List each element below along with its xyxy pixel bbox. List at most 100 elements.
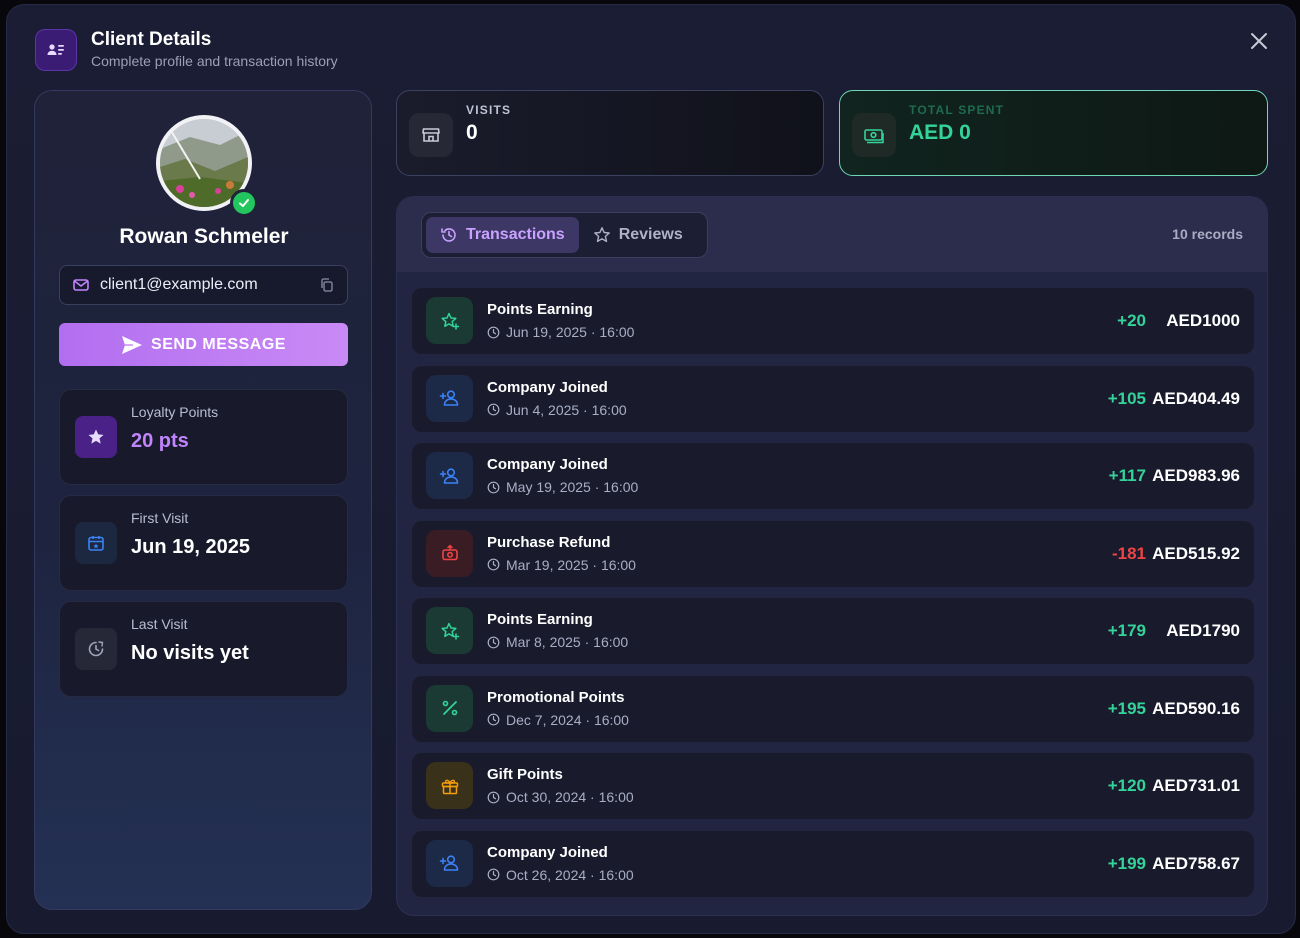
contact-card-icon bbox=[35, 29, 77, 71]
last-visit-label: Last Visit bbox=[131, 616, 188, 632]
transaction-title: Gift Points bbox=[487, 766, 563, 783]
transaction-points: +105 bbox=[1107, 388, 1146, 408]
transaction-points: +20 bbox=[1117, 311, 1146, 330]
transaction-points: +117 bbox=[1108, 466, 1146, 485]
transaction-date-text: Oct 26, 2024 · 16:00 bbox=[506, 866, 634, 883]
mail-icon bbox=[73, 279, 89, 291]
transaction-points: +179 bbox=[1107, 621, 1146, 640]
transaction-title: Company Joined bbox=[487, 378, 608, 396]
transaction-date: Mar 8, 2025 · 16:00 bbox=[487, 634, 628, 650]
star-outline-icon bbox=[593, 227, 610, 243]
visits-value: 0 bbox=[466, 121, 478, 144]
transaction-date: May 19, 2025 · 16:00 bbox=[487, 479, 638, 495]
transaction-row[interactable]: Purchase Refund Mar 19, 2025 · 16:00 -18… bbox=[412, 520, 1254, 587]
clock-icon bbox=[487, 791, 500, 803]
email-text: client1@example.com bbox=[100, 276, 258, 293]
modal-subtitle: Complete profile and transaction history bbox=[91, 53, 338, 69]
user-plus-icon bbox=[426, 452, 473, 499]
clock-history-icon bbox=[75, 628, 117, 670]
transaction-date: Mar 19, 2025 · 16:00 bbox=[487, 557, 636, 573]
send-message-label: SEND MESSAGE bbox=[151, 335, 286, 353]
loyalty-points-label: Loyalty Points bbox=[131, 404, 219, 420]
sparkle-star-icon bbox=[426, 297, 473, 344]
visits-card: VISITS 0 bbox=[396, 90, 824, 176]
client-name: Rowan Schmeler bbox=[119, 225, 289, 248]
refund-icon bbox=[426, 529, 473, 577]
transactions-header: Transactions Reviews 10 records bbox=[397, 197, 1267, 272]
calendar-icon bbox=[75, 522, 117, 564]
gift-icon bbox=[426, 762, 473, 809]
send-message-button[interactable]: SEND MESSAGE bbox=[59, 323, 348, 366]
clock-icon bbox=[487, 326, 500, 338]
transaction-date-text: Dec 7, 2024 · 16:00 bbox=[506, 711, 629, 728]
email-field: client1@example.com bbox=[59, 265, 348, 305]
records-count: 10 records bbox=[1172, 226, 1243, 242]
last-visit-card: Last Visit No visits yet bbox=[59, 601, 348, 697]
close-button[interactable] bbox=[1245, 27, 1273, 55]
transaction-title: Company Joined bbox=[487, 843, 608, 861]
close-icon bbox=[1251, 33, 1267, 49]
transaction-amount: AED1000 bbox=[1166, 311, 1240, 330]
transaction-row[interactable]: Company Joined Oct 26, 2024 · 16:00 +199… bbox=[412, 830, 1254, 897]
first-visit-card: First Visit Jun 19, 2025 bbox=[59, 495, 348, 591]
store-icon bbox=[409, 113, 453, 157]
transactions-list: Points Earning Jun 19, 2025 · 16:00 +20 … bbox=[412, 288, 1254, 908]
tab-reviews-label: Reviews bbox=[618, 226, 683, 243]
transaction-row[interactable]: Company Joined May 19, 2025 · 16:00 +117… bbox=[412, 443, 1254, 509]
verified-badge bbox=[230, 189, 258, 217]
modal-title: Client Details bbox=[91, 29, 212, 50]
percent-icon bbox=[426, 684, 473, 732]
profile-panel: Rowan Schmeler client1@example.com SEND … bbox=[34, 90, 372, 910]
avatar bbox=[156, 115, 258, 217]
transaction-amount: AED590.16 bbox=[1152, 698, 1240, 718]
transaction-date-text: Mar 8, 2025 · 16:00 bbox=[506, 634, 629, 650]
visits-label: VISITS bbox=[466, 103, 512, 117]
tab-reviews[interactable]: Reviews bbox=[579, 217, 697, 253]
transaction-date: Jun 4, 2025 · 16:00 bbox=[487, 402, 627, 418]
tab-bar: Transactions Reviews bbox=[421, 212, 708, 258]
transaction-row[interactable]: Gift Points Oct 30, 2024 · 16:00 +120 AE… bbox=[412, 753, 1254, 819]
user-plus-icon bbox=[426, 839, 473, 887]
first-visit-value: Jun 19, 2025 bbox=[131, 536, 250, 558]
clock-icon bbox=[487, 868, 500, 881]
sparkle-star-icon bbox=[426, 607, 473, 654]
last-visit-value: No visits yet bbox=[131, 642, 249, 664]
transaction-date-text: May 19, 2025 · 16:00 bbox=[506, 479, 639, 495]
total-spent-card: TOTAL SPENT AED 0 bbox=[839, 90, 1268, 176]
transaction-date: Dec 7, 2024 · 16:00 bbox=[487, 712, 629, 728]
transaction-row[interactable]: Points Earning Mar 8, 2025 · 16:00 +179 … bbox=[412, 598, 1254, 664]
transaction-row[interactable]: Points Earning Jun 19, 2025 · 16:00 +20 … bbox=[412, 288, 1254, 354]
transaction-date-text: Oct 30, 2024 · 16:00 bbox=[506, 789, 634, 805]
transaction-title: Promotional Points bbox=[487, 688, 625, 706]
transaction-points: +120 bbox=[1107, 776, 1146, 795]
clock-icon bbox=[487, 481, 500, 493]
transaction-amount: AED758.67 bbox=[1152, 853, 1240, 873]
first-visit-label: First Visit bbox=[131, 510, 189, 526]
transaction-title: Points Earning bbox=[487, 611, 593, 628]
clock-icon bbox=[487, 403, 500, 416]
user-plus-icon bbox=[426, 374, 473, 422]
cash-icon bbox=[852, 113, 896, 157]
send-icon bbox=[122, 335, 143, 354]
transaction-points: +199 bbox=[1107, 853, 1146, 873]
modal-header: Client Details Complete profile and tran… bbox=[35, 29, 338, 71]
transaction-date-text: Jun 19, 2025 · 16:00 bbox=[506, 324, 635, 340]
transaction-amount: AED515.92 bbox=[1152, 543, 1240, 563]
tab-transactions-label: Transactions bbox=[466, 226, 565, 243]
transaction-row[interactable]: Promotional Points Dec 7, 2024 · 16:00 +… bbox=[412, 675, 1254, 742]
transaction-date: Oct 26, 2024 · 16:00 bbox=[487, 867, 634, 883]
history-icon bbox=[441, 228, 456, 242]
tab-transactions[interactable]: Transactions bbox=[426, 217, 579, 253]
copy-icon[interactable] bbox=[319, 277, 335, 293]
transactions-panel: Transactions Reviews 10 records Points E… bbox=[396, 196, 1268, 916]
transaction-date-text: Jun 4, 2025 · 16:00 bbox=[506, 401, 627, 418]
transaction-date: Jun 19, 2025 · 16:00 bbox=[487, 324, 634, 340]
transaction-amount: AED731.01 bbox=[1152, 776, 1240, 795]
transaction-amount: AED404.49 bbox=[1152, 388, 1240, 408]
transaction-title: Points Earning bbox=[487, 301, 593, 318]
transaction-date: Oct 30, 2024 · 16:00 bbox=[487, 789, 634, 805]
transaction-amount: AED983.96 bbox=[1152, 466, 1240, 485]
transaction-points: +195 bbox=[1107, 698, 1146, 718]
transaction-row[interactable]: Company Joined Jun 4, 2025 · 16:00 +105 … bbox=[412, 365, 1254, 432]
transaction-date-text: Mar 19, 2025 · 16:00 bbox=[506, 556, 636, 573]
